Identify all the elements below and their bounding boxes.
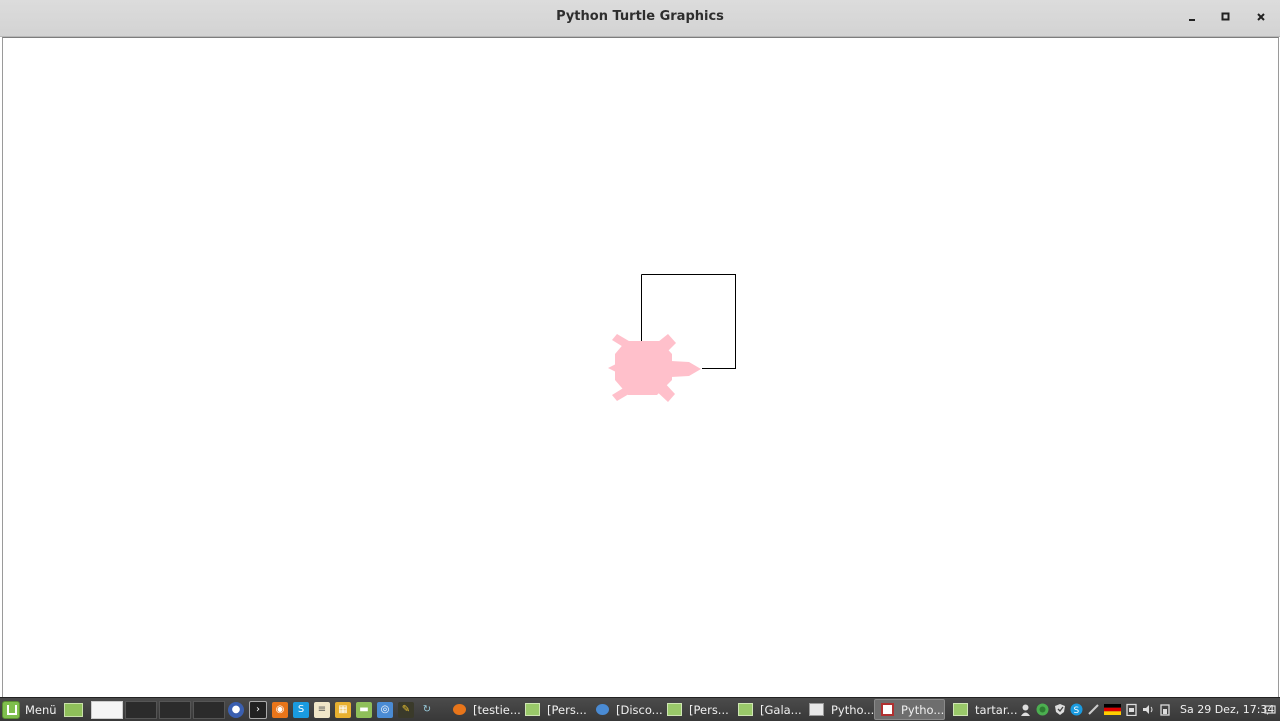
- battery-icon[interactable]: [1159, 703, 1172, 716]
- skype-tray-icon[interactable]: S: [1070, 703, 1083, 716]
- workspace-4[interactable]: [193, 700, 225, 719]
- task-label: Pytho...: [831, 702, 875, 717]
- pen-icon[interactable]: [1087, 703, 1100, 716]
- minimize-icon: [1189, 19, 1195, 21]
- maximize-button[interactable]: [1216, 8, 1236, 26]
- refresh-icon[interactable]: ↻: [419, 702, 435, 718]
- quick-launch: ● › ◉ S ≡ ▦ ▬ ◎ ✎ ↻: [228, 698, 440, 721]
- german-flag-icon[interactable]: [1104, 703, 1121, 716]
- clock[interactable]: Sa 29 Dez, 17:34: [1180, 698, 1274, 721]
- task-label: [Pers...: [547, 702, 587, 717]
- window-titlebar[interactable]: Python Turtle Graphics: [0, 0, 1280, 37]
- skype-icon[interactable]: S: [293, 701, 309, 718]
- menu-label: Menü: [25, 702, 57, 717]
- svg-text:S: S: [1074, 706, 1080, 716]
- taskbar: Menü ● › ◉ S ≡ ▦ ▬ ◎ ✎ ↻ [testie... [Per…: [0, 697, 1280, 721]
- terminal-icon[interactable]: ›: [249, 700, 267, 719]
- window-title: Python Turtle Graphics: [556, 9, 724, 24]
- files-icon[interactable]: ▬: [356, 701, 372, 718]
- volume-icon[interactable]: [1142, 703, 1155, 716]
- clipboard-icon[interactable]: [1125, 703, 1138, 716]
- mint-logo-icon: [2, 700, 20, 719]
- task-label: [Disco...: [616, 702, 663, 717]
- workspace-2[interactable]: [125, 700, 157, 719]
- turtle-drawing: [608, 274, 736, 402]
- user-icon[interactable]: [1019, 703, 1032, 716]
- task-label: [Pers...: [689, 702, 729, 717]
- update-icon[interactable]: [1036, 703, 1049, 716]
- folder-icon: [738, 703, 753, 716]
- turtle-window-icon: [881, 703, 894, 716]
- menu-button[interactable]: Menü: [2, 698, 57, 721]
- task-button-active[interactable]: Pytho...: [874, 699, 945, 720]
- shield-icon[interactable]: [1053, 703, 1066, 716]
- task-button[interactable]: tartar...: [947, 699, 1017, 720]
- task-label: Pytho...: [901, 702, 945, 717]
- system-tray: S: [1019, 698, 1176, 721]
- image-editor-icon[interactable]: ✎: [398, 701, 414, 718]
- folder-icon: [525, 703, 540, 716]
- task-label: [Gala...: [760, 702, 802, 717]
- chromium-icon: [596, 704, 609, 715]
- text-editor-icon[interactable]: ≡: [314, 701, 330, 718]
- firefox-icon[interactable]: ◉: [272, 701, 288, 718]
- turtle-shape: [608, 334, 701, 402]
- minimize-button[interactable]: [1182, 8, 1202, 26]
- show-desktop-icon: [64, 702, 83, 717]
- folder-icon: [953, 703, 968, 716]
- notification-icon: [1264, 704, 1276, 715]
- chromium-icon[interactable]: ◎: [377, 701, 393, 718]
- lock-icon[interactable]: ●: [228, 701, 244, 718]
- close-icon: [1257, 13, 1265, 21]
- workspace-3[interactable]: [159, 700, 191, 719]
- task-label: tartar...: [975, 702, 1017, 717]
- firefox-icon: [453, 704, 466, 715]
- folder-icon: [667, 703, 682, 716]
- turtle-canvas[interactable]: [2, 37, 1279, 698]
- workspace-switcher: [91, 698, 227, 721]
- notification-button[interactable]: [1264, 698, 1276, 721]
- workspace-1[interactable]: [91, 700, 123, 719]
- close-button[interactable]: [1251, 8, 1271, 26]
- task-label: [testie...: [473, 702, 521, 717]
- maximize-icon: [1221, 12, 1230, 21]
- python-file-icon: [809, 703, 824, 716]
- software-manager-icon[interactable]: ▦: [335, 701, 351, 718]
- show-desktop-button[interactable]: [64, 698, 83, 721]
